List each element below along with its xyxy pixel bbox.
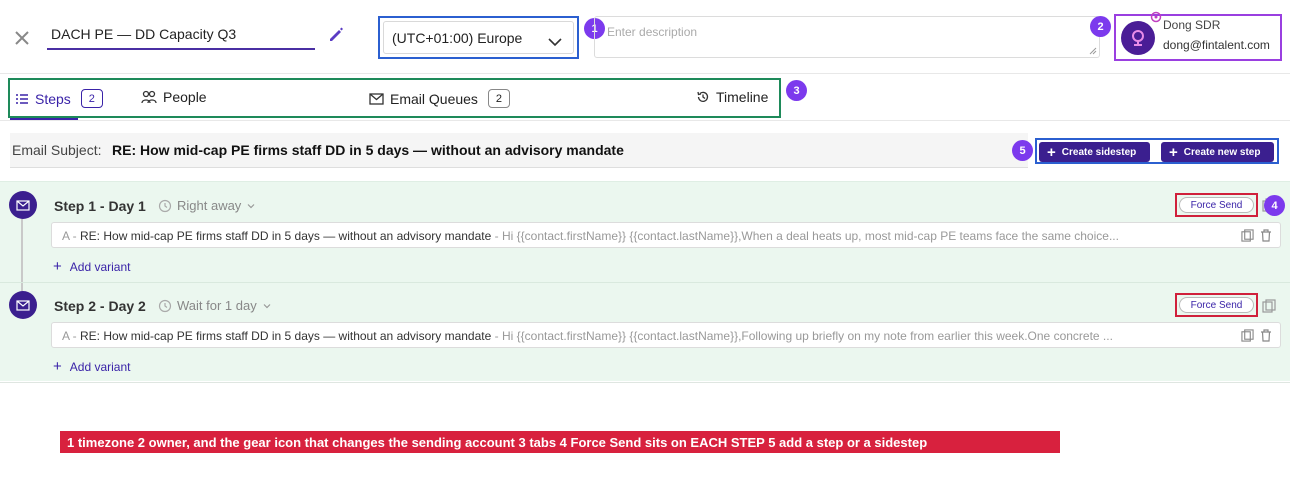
clock-icon: [158, 299, 172, 312]
steps-list: Step 1 - Day 1 Right away Force Send 4 A…: [0, 181, 1290, 383]
chevron-down-icon: [548, 38, 562, 47]
steps-bottom-divider: [0, 382, 1290, 383]
add-variant-button[interactable]: + Add variant: [53, 259, 130, 274]
people-icon: [141, 90, 157, 104]
step-connector: [21, 218, 23, 292]
timezone-select[interactable]: (UTC+01:00) Europe: [383, 21, 574, 54]
email-subject-value[interactable]: RE: How mid-cap PE firms staff DD in 5 d…: [112, 142, 624, 158]
timezone-highlight: (UTC+01:00) Europe: [378, 16, 579, 59]
close-icon[interactable]: [10, 26, 34, 50]
annotation-legend: 1 timezone 2 owner, and the gear icon th…: [60, 431, 1060, 453]
add-variant-label: Add variant: [69, 359, 131, 374]
plus-icon: +: [53, 358, 62, 375]
step-timing-value: Right away: [177, 198, 242, 213]
tab-timeline[interactable]: Timeline: [696, 89, 768, 105]
sequence-title-input[interactable]: DACH PE — DD Capacity Q3: [47, 22, 315, 50]
plus-icon: +: [53, 258, 62, 275]
create-new-step-label: Create new step: [1183, 146, 1261, 158]
force-send-highlight: Force Send: [1175, 193, 1258, 217]
trash-icon[interactable]: [1260, 329, 1272, 342]
step-actions-highlight: + Create sidestep + Create new step: [1035, 138, 1279, 164]
step-timing-value: Wait for 1 day: [177, 298, 257, 313]
variant-preview: A - RE: How mid-cap PE firms staff DD in…: [62, 329, 1202, 343]
duplicate-step-icon[interactable]: [1262, 299, 1276, 313]
variant-subject: RE: How mid-cap PE firms staff DD in 5 d…: [80, 329, 492, 343]
step-title: Step 2 - Day 2: [54, 298, 146, 314]
tab-email-queues[interactable]: Email Queues 2: [369, 89, 510, 108]
resize-handle-icon[interactable]: [1089, 47, 1097, 55]
copy-icon[interactable]: [1241, 229, 1254, 242]
timezone-value: (UTC+01:00) Europe: [392, 29, 523, 46]
create-sidestep-label: Create sidestep: [1061, 146, 1137, 158]
callout-badge-4: 4: [1264, 195, 1285, 216]
gear-icon[interactable]: [1149, 10, 1163, 24]
chevron-down-icon: [263, 303, 271, 308]
variant-actions: [1241, 329, 1272, 342]
tabs-divider: [0, 120, 1290, 121]
callout-badge-5: 5: [1012, 140, 1033, 161]
variant-actions: [1241, 229, 1272, 242]
chevron-down-icon: [247, 203, 255, 208]
tab-label: Steps: [35, 90, 71, 107]
variant-letter: A -: [62, 329, 81, 343]
create-new-step-button[interactable]: + Create new step: [1161, 142, 1274, 162]
create-sidestep-button[interactable]: + Create sidestep: [1039, 142, 1150, 162]
edit-pencil-icon[interactable]: [326, 24, 346, 44]
step-divider: [0, 282, 1290, 283]
tab-steps[interactable]: Steps 2: [15, 89, 103, 108]
description-field[interactable]: Enter description: [594, 16, 1100, 58]
owner-name: Dong SDR: [1163, 18, 1221, 32]
variant-body: - Hi {{contact.firstName}} {{contact.las…: [491, 329, 1113, 343]
add-variant-button[interactable]: + Add variant: [53, 359, 130, 374]
step-title: Step 1 - Day 1: [54, 198, 146, 214]
envelope-icon: [16, 299, 30, 311]
location-pin-icon: [1132, 30, 1144, 46]
variant-card[interactable]: A - RE: How mid-cap PE firms staff DD in…: [51, 222, 1281, 248]
tab-label: People: [163, 89, 207, 105]
step-email-icon: [9, 291, 37, 319]
plus-icon: +: [1169, 143, 1178, 161]
force-send-button[interactable]: Force Send: [1179, 297, 1254, 313]
owner-card[interactable]: Dong SDR dong@fintalent.com: [1114, 11, 1282, 61]
tab-label: Email Queues: [390, 90, 478, 107]
tab-people[interactable]: People: [141, 89, 207, 105]
add-variant-label: Add variant: [69, 259, 131, 274]
step-email-icon: [9, 191, 37, 219]
variant-subject: RE: How mid-cap PE firms staff DD in 5 d…: [80, 229, 492, 243]
clock-icon: [158, 199, 172, 212]
step-timing-select[interactable]: Right away: [158, 198, 256, 213]
step-timing-select[interactable]: Wait for 1 day: [158, 298, 272, 313]
callout-badge-3: 3: [786, 80, 807, 101]
avatar: [1121, 21, 1155, 55]
email-subject-row: Email Subject: RE: How mid-cap PE firms …: [10, 133, 1028, 168]
envelope-icon: [16, 199, 30, 211]
force-send-highlight: Force Send: [1175, 293, 1258, 317]
variant-letter: A -: [62, 229, 81, 243]
trash-icon[interactable]: [1260, 229, 1272, 242]
description-placeholder: Enter description: [607, 25, 698, 39]
email-subject-label: Email Subject:: [12, 142, 102, 158]
owner-email: dong@fintalent.com: [1163, 38, 1270, 52]
list-icon: [16, 93, 28, 104]
copy-icon[interactable]: [1241, 329, 1254, 342]
plus-icon: +: [1047, 143, 1056, 161]
force-send-button[interactable]: Force Send: [1179, 197, 1254, 213]
variant-preview: A - RE: How mid-cap PE firms staff DD in…: [62, 229, 1202, 243]
envelope-icon: [369, 92, 384, 105]
variant-card[interactable]: A - RE: How mid-cap PE firms staff DD in…: [51, 322, 1281, 348]
tab-count: 2: [487, 89, 510, 108]
tab-count: 2: [80, 89, 103, 108]
tabs-bar: Steps 2 People Email Queues 2 Timeline: [8, 78, 781, 118]
tab-label: Timeline: [716, 89, 769, 105]
variant-body: - Hi {{contact.firstName}} {{contact.las…: [491, 229, 1119, 243]
history-icon: [697, 91, 709, 102]
header-divider: [0, 73, 1290, 74]
callout-badge-2: 2: [1090, 16, 1111, 37]
